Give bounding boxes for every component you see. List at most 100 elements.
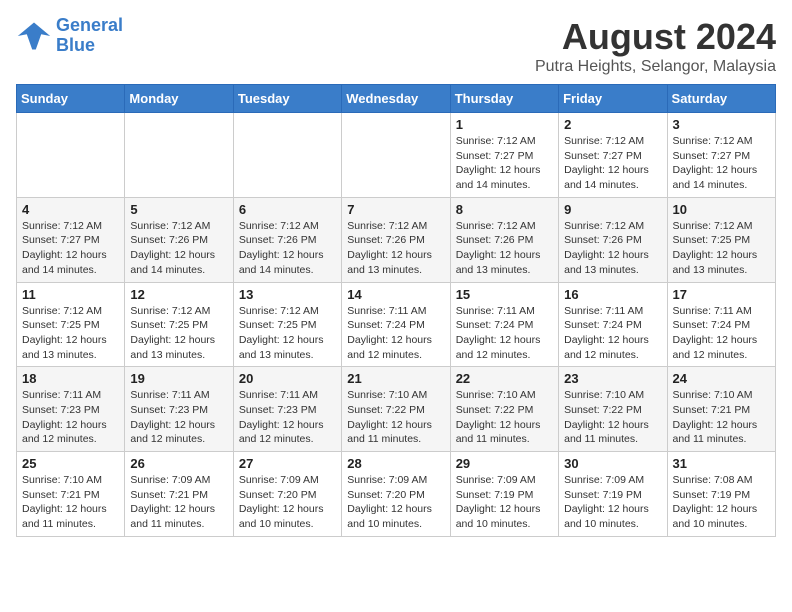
day-number: 2	[564, 117, 661, 132]
day-info: Sunrise: 7:11 AM Sunset: 7:24 PM Dayligh…	[347, 304, 444, 363]
day-info: Sunrise: 7:09 AM Sunset: 7:19 PM Dayligh…	[456, 473, 553, 532]
day-cell: 29Sunrise: 7:09 AM Sunset: 7:19 PM Dayli…	[450, 452, 558, 537]
day-info: Sunrise: 7:09 AM Sunset: 7:20 PM Dayligh…	[347, 473, 444, 532]
header-friday: Friday	[559, 85, 667, 113]
day-number: 16	[564, 287, 661, 302]
day-cell: 15 Sunrise: 7:11 AM Sunset: 7:24 PM Dayli…	[450, 282, 558, 367]
day-cell: 19 Sunrise: 7:11 AM Sunset: 7:23 PM Dayli…	[125, 367, 233, 452]
logo-icon	[16, 18, 52, 54]
header-wednesday: Wednesday	[342, 85, 450, 113]
header-monday: Monday	[125, 85, 233, 113]
day-cell: 5 Sunrise: 7:12 AM Sunset: 7:26 PM Daylig…	[125, 197, 233, 282]
day-number: 31	[673, 456, 770, 471]
day-cell: 28 Sunrise: 7:09 AM Sunset: 7:20 PM Dayli…	[342, 452, 450, 537]
title-area: August 2024 Putra Heights, Selangor, Mal…	[535, 16, 776, 76]
day-number: 5	[130, 202, 227, 217]
day-info: Sunrise: 7:12 AM Sunset: 7:27 PM Dayligh…	[673, 134, 770, 193]
day-cell: 22 Sunrise: 7:10 AM Sunset: 7:22 PM Dayli…	[450, 367, 558, 452]
day-number: 13	[239, 287, 336, 302]
day-number: 4	[22, 202, 119, 217]
day-cell	[233, 113, 341, 198]
day-number: 15	[456, 287, 553, 302]
day-cell: 9Sunrise: 7:12 AM Sunset: 7:26 PM Daylig…	[559, 197, 667, 282]
calendar-header-row: SundayMondayTuesdayWednesdayThursdayFrid…	[17, 85, 776, 113]
day-cell: 8 Sunrise: 7:12 AM Sunset: 7:26 PM Daylig…	[450, 197, 558, 282]
day-info: Sunrise: 7:10 AM Sunset: 7:22 PM Dayligh…	[347, 388, 444, 447]
day-cell: 23 Sunrise: 7:10 AM Sunset: 7:22 PM Dayli…	[559, 367, 667, 452]
day-cell: 11Sunrise: 7:12 AM Sunset: 7:25 PM Dayli…	[17, 282, 125, 367]
day-number: 22	[456, 371, 553, 386]
day-cell: 6 Sunrise: 7:12 AM Sunset: 7:26 PM Daylig…	[233, 197, 341, 282]
day-cell: 14 Sunrise: 7:11 AM Sunset: 7:24 PM Dayli…	[342, 282, 450, 367]
day-info: Sunrise: 7:09 AM Sunset: 7:20 PM Dayligh…	[239, 473, 336, 532]
header-tuesday: Tuesday	[233, 85, 341, 113]
day-info: Sunrise: 7:12 AM Sunset: 7:27 PM Dayligh…	[22, 219, 119, 278]
day-info: Sunrise: 7:11 AM Sunset: 7:23 PM Dayligh…	[239, 388, 336, 447]
day-cell: 4 Sunrise: 7:12 AM Sunset: 7:27 PM Daylig…	[17, 197, 125, 282]
day-number: 23	[564, 371, 661, 386]
day-info: Sunrise: 7:11 AM Sunset: 7:24 PM Dayligh…	[456, 304, 553, 363]
day-info: Sunrise: 7:10 AM Sunset: 7:22 PM Dayligh…	[564, 388, 661, 447]
header: General Blue August 2024 Putra Heights, …	[16, 16, 776, 76]
week-row-1: 4 Sunrise: 7:12 AM Sunset: 7:27 PM Daylig…	[17, 197, 776, 282]
day-number: 17	[673, 287, 770, 302]
day-number: 14	[347, 287, 444, 302]
day-number: 9	[564, 202, 661, 217]
day-number: 25	[22, 456, 119, 471]
day-info: Sunrise: 7:12 AM Sunset: 7:27 PM Dayligh…	[564, 134, 661, 193]
day-info: Sunrise: 7:12 AM Sunset: 7:25 PM Dayligh…	[239, 304, 336, 363]
day-info: Sunrise: 7:09 AM Sunset: 7:19 PM Dayligh…	[564, 473, 661, 532]
logo-text: General Blue	[56, 16, 123, 56]
logo-line2: Blue	[56, 35, 95, 55]
week-row-0: 1 Sunrise: 7:12 AM Sunset: 7:27 PM Daylig…	[17, 113, 776, 198]
week-row-4: 25 Sunrise: 7:10 AM Sunset: 7:21 PM Dayli…	[17, 452, 776, 537]
day-info: Sunrise: 7:10 AM Sunset: 7:22 PM Dayligh…	[456, 388, 553, 447]
day-cell: 16Sunrise: 7:11 AM Sunset: 7:24 PM Dayli…	[559, 282, 667, 367]
calendar: SundayMondayTuesdayWednesdayThursdayFrid…	[16, 84, 776, 537]
day-cell: 18Sunrise: 7:11 AM Sunset: 7:23 PM Dayli…	[17, 367, 125, 452]
main-title: August 2024	[535, 16, 776, 58]
day-info: Sunrise: 7:11 AM Sunset: 7:24 PM Dayligh…	[673, 304, 770, 363]
day-info: Sunrise: 7:12 AM Sunset: 7:25 PM Dayligh…	[22, 304, 119, 363]
day-info: Sunrise: 7:11 AM Sunset: 7:23 PM Dayligh…	[130, 388, 227, 447]
subtitle: Putra Heights, Selangor, Malaysia	[535, 58, 776, 76]
day-info: Sunrise: 7:12 AM Sunset: 7:26 PM Dayligh…	[239, 219, 336, 278]
week-row-2: 11Sunrise: 7:12 AM Sunset: 7:25 PM Dayli…	[17, 282, 776, 367]
day-info: Sunrise: 7:10 AM Sunset: 7:21 PM Dayligh…	[673, 388, 770, 447]
day-cell: 20Sunrise: 7:11 AM Sunset: 7:23 PM Dayli…	[233, 367, 341, 452]
day-cell: 21Sunrise: 7:10 AM Sunset: 7:22 PM Dayli…	[342, 367, 450, 452]
day-number: 8	[456, 202, 553, 217]
day-cell: 10Sunrise: 7:12 AM Sunset: 7:25 PM Dayli…	[667, 197, 775, 282]
day-number: 7	[347, 202, 444, 217]
day-number: 12	[130, 287, 227, 302]
day-cell	[125, 113, 233, 198]
day-number: 24	[673, 371, 770, 386]
day-cell: 17 Sunrise: 7:11 AM Sunset: 7:24 PM Dayli…	[667, 282, 775, 367]
day-info: Sunrise: 7:12 AM Sunset: 7:25 PM Dayligh…	[130, 304, 227, 363]
day-info: Sunrise: 7:12 AM Sunset: 7:26 PM Dayligh…	[130, 219, 227, 278]
day-number: 1	[456, 117, 553, 132]
day-cell: 2 Sunrise: 7:12 AM Sunset: 7:27 PM Daylig…	[559, 113, 667, 198]
day-info: Sunrise: 7:10 AM Sunset: 7:21 PM Dayligh…	[22, 473, 119, 532]
day-info: Sunrise: 7:12 AM Sunset: 7:27 PM Dayligh…	[456, 134, 553, 193]
day-cell: 7Sunrise: 7:12 AM Sunset: 7:26 PM Daylig…	[342, 197, 450, 282]
day-cell: 13 Sunrise: 7:12 AM Sunset: 7:25 PM Dayli…	[233, 282, 341, 367]
calendar-body: 1 Sunrise: 7:12 AM Sunset: 7:27 PM Daylig…	[17, 113, 776, 537]
day-info: Sunrise: 7:09 AM Sunset: 7:21 PM Dayligh…	[130, 473, 227, 532]
day-cell: 25 Sunrise: 7:10 AM Sunset: 7:21 PM Dayli…	[17, 452, 125, 537]
day-number: 28	[347, 456, 444, 471]
day-cell: 3 Sunrise: 7:12 AM Sunset: 7:27 PM Daylig…	[667, 113, 775, 198]
day-number: 19	[130, 371, 227, 386]
day-number: 30	[564, 456, 661, 471]
day-cell: 26Sunrise: 7:09 AM Sunset: 7:21 PM Dayli…	[125, 452, 233, 537]
day-cell: 1 Sunrise: 7:12 AM Sunset: 7:27 PM Daylig…	[450, 113, 558, 198]
day-number: 18	[22, 371, 119, 386]
day-cell	[342, 113, 450, 198]
day-number: 3	[673, 117, 770, 132]
day-cell: 24 Sunrise: 7:10 AM Sunset: 7:21 PM Dayli…	[667, 367, 775, 452]
day-info: Sunrise: 7:12 AM Sunset: 7:26 PM Dayligh…	[456, 219, 553, 278]
day-number: 27	[239, 456, 336, 471]
header-saturday: Saturday	[667, 85, 775, 113]
day-number: 6	[239, 202, 336, 217]
logo-line1: General	[56, 15, 123, 35]
